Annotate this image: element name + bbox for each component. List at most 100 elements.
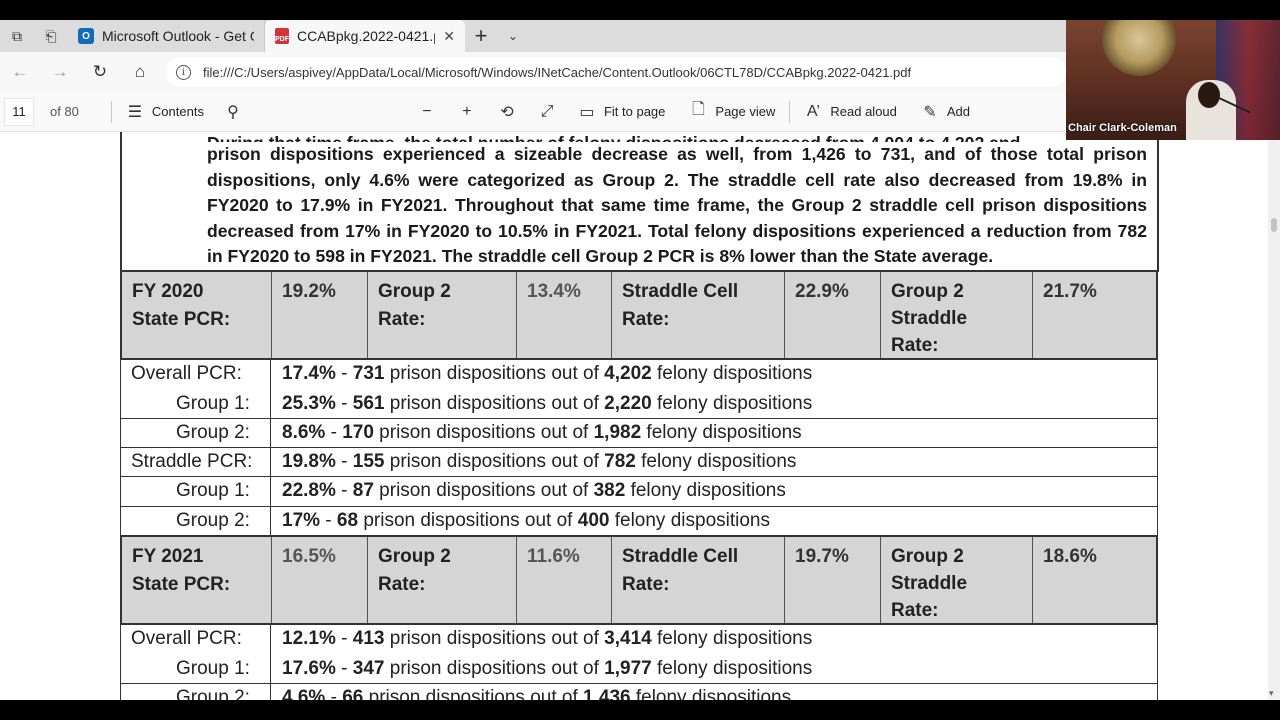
tab-actions-icon[interactable]: ⧉	[0, 20, 34, 52]
table-row: Group 2: 17% - 68 prison dispositions out…	[120, 506, 1158, 536]
fy2021-title-cell: FY 2021 State PCR:	[122, 537, 272, 623]
rate-label: Rate:	[891, 335, 939, 356]
rotate-button[interactable]: ⟲	[498, 102, 516, 122]
row-tail-text: felony dispositions	[641, 421, 802, 443]
row-tail-text: felony dispositions	[635, 451, 797, 473]
tab-outlook[interactable]: O Microsoft Outlook - Get Ou	[68, 20, 265, 52]
table-row: Group 1: 22.8% - 87 prison dispositions o…	[120, 477, 1158, 507]
row-mid-text: prison dispositions out of	[384, 451, 605, 473]
info-icon[interactable]: i	[176, 64, 191, 80]
row-label: Overall PCR:	[121, 360, 271, 389]
row-prison-count: 66	[342, 686, 364, 700]
fullscreen-button[interactable]: ⤢	[538, 103, 556, 121]
scroll-down-icon[interactable]: ▾	[1269, 688, 1274, 699]
row-prison-count: 170	[342, 421, 374, 443]
new-tab-icon[interactable]: +	[465, 20, 497, 52]
fy2020-straddle-label-cell: Straddle Cell Rate:	[612, 272, 785, 358]
home-icon[interactable]: ⌂	[120, 62, 160, 82]
row-tail-text: felony dispositions	[651, 392, 813, 414]
group2-label: Group 2	[378, 281, 451, 302]
rate-label: Rate:	[378, 574, 426, 595]
fit-page-icon: ▭	[579, 103, 595, 121]
pdf-viewport[interactable]: During that time frame, the total number…	[0, 132, 1268, 700]
fy2021-state-pcr: 16.5%	[272, 537, 368, 623]
row-value: 17.6% - 347 prison dispositions out of 1…	[271, 658, 812, 680]
row-value: 17% - 68 prison dispositions out of 400 …	[271, 510, 770, 532]
group2-label: Group 2	[378, 546, 451, 567]
page-total: of 80	[50, 104, 79, 119]
group2-label: Group 2	[891, 281, 964, 302]
row-label: Group 2:	[121, 683, 271, 700]
row-mid-text: prison dispositions out of	[363, 686, 584, 700]
fy2021-title-sub: State PCR:	[132, 574, 231, 595]
row-pct: 25.3%	[282, 392, 336, 414]
read-aloud-button[interactable]: A’ Read aloud	[804, 103, 897, 121]
page-number-input[interactable]: 11	[4, 97, 34, 126]
row-mid-text: prison dispositions out of	[384, 657, 605, 679]
row-pct: 22.8%	[282, 480, 336, 502]
row-mid-text: prison dispositions out of	[373, 480, 594, 502]
add-label: Add	[946, 104, 971, 119]
table-row: Group 1: 17.6% - 347 prison dispositions …	[120, 654, 1158, 684]
row-prison-count: 87	[352, 480, 374, 502]
row-pct: 4.6%	[282, 686, 326, 700]
pen-icon: ✎	[923, 103, 937, 121]
fy2020-group2-rate: 13.4%	[517, 272, 612, 358]
contents-button[interactable]: ☰ Contents	[126, 102, 204, 122]
vertical-scrollbar[interactable]: ▴ ▾	[1268, 132, 1280, 700]
row-dash: -	[325, 686, 343, 700]
fy2020-g2s-label-cell: Group 2 Straddle Rate:	[881, 272, 1033, 358]
fy2020-straddle-rate: 22.9%	[785, 272, 881, 358]
row-felony-count: 4,202	[604, 363, 652, 385]
fy2020-header-row: FY 2020 State PCR: 19.2% Group 2 Rate: 1…	[120, 270, 1158, 360]
fy2020-title: FY 2020	[132, 281, 204, 302]
video-participant-tile[interactable]: Chair Clark-Coleman	[1066, 20, 1280, 140]
search-button[interactable]: ⚲	[224, 102, 242, 122]
row-value: 17.4% - 731 prison dispositions out of 4…	[271, 363, 812, 385]
zoom-out-button[interactable]: −	[418, 103, 436, 121]
rate-label: Rate:	[622, 574, 670, 595]
url-input[interactable]: i file:///C:/Users/aspivey/AppData/Local…	[166, 57, 1066, 87]
table-row: Straddle PCR: 19.8% - 155 prison disposit…	[120, 447, 1158, 478]
row-label: Group 2:	[121, 418, 271, 448]
search-icon: ⚲	[227, 103, 239, 121]
pdf-page: During that time frame, the total number…	[0, 132, 1268, 700]
row-pct: 17%	[282, 509, 321, 531]
refresh-icon[interactable]: ↻	[80, 62, 120, 82]
fit-label: Fit to page	[603, 104, 666, 119]
row-label: Overall PCR:	[121, 625, 271, 654]
chevron-down-icon[interactable]: ⌄	[497, 20, 529, 52]
tab-label: CCABpkg.2022-0421.pdf	[297, 28, 435, 44]
scroll-thumb[interactable]	[1271, 218, 1277, 232]
top-black-bar	[0, 0, 1280, 20]
minus-icon: −	[422, 102, 432, 120]
row-value: 25.3% - 561 prison dispositions out of 2…	[271, 393, 812, 415]
page-view-label: Page view	[715, 104, 776, 119]
row-label: Group 2:	[121, 506, 271, 535]
table-row: Group 2: 8.6% - 170 prison dispositions o…	[120, 418, 1158, 449]
row-prison-count: 731	[352, 363, 385, 385]
contents-label: Contents	[151, 104, 204, 119]
tab-pdf[interactable]: PDF CCABpkg.2022-0421.pdf ✕	[265, 20, 465, 52]
zoom-in-button[interactable]: +	[458, 103, 476, 121]
tab-sidebar-icon[interactable]: ⎗	[34, 20, 68, 52]
forward-icon[interactable]: →	[40, 62, 80, 82]
back-icon[interactable]: ←	[0, 62, 40, 82]
row-pct: 12.1%	[282, 628, 336, 650]
row-value: 22.8% - 87 prison dispositions out of 38…	[271, 480, 786, 502]
close-icon[interactable]: ✕	[443, 28, 455, 45]
read-aloud-label: Read aloud	[830, 104, 897, 119]
fy2020-title-sub: State PCR:	[132, 309, 231, 330]
row-dash: -	[335, 363, 353, 385]
tab-label: Microsoft Outlook - Get Ou	[102, 28, 254, 44]
page-view-button[interactable]: 🗋 Page view	[689, 98, 775, 125]
plus-icon: +	[462, 102, 472, 120]
rate-label: Rate:	[622, 309, 670, 330]
frame-left-border	[120, 132, 122, 272]
fy2020-state-pcr: 19.2%	[272, 272, 368, 358]
add-notes-button[interactable]: ✎ Add	[921, 102, 970, 122]
row-felony-count: 3,414	[604, 628, 652, 650]
fit-to-page-button[interactable]: ▭ Fit to page	[578, 102, 665, 122]
url-text: file:///C:/Users/aspivey/AppData/Local/M…	[203, 64, 912, 80]
toolbar-divider	[110, 100, 112, 123]
